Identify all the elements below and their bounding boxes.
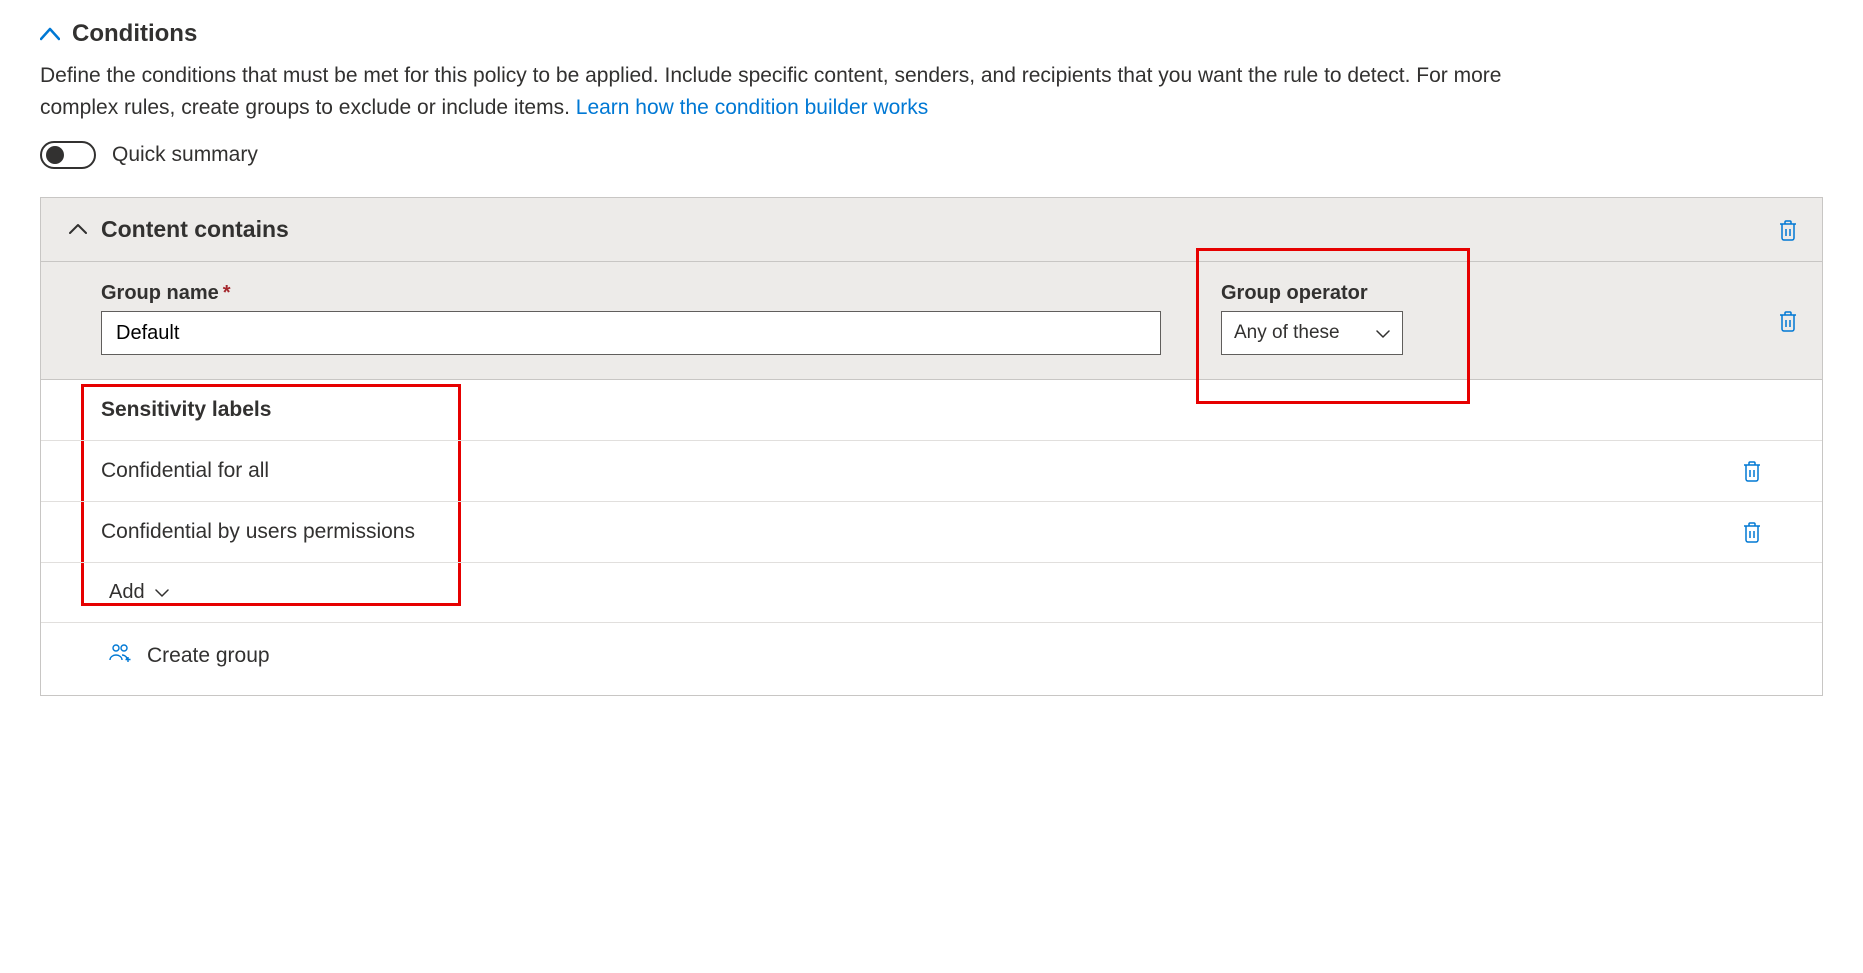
group-operator-field: Group operator Any of these [1221, 282, 1403, 355]
sensitivity-label-row: Confidential by users permissions [41, 502, 1822, 563]
sensitivity-label-row: Confidential for all [41, 441, 1822, 502]
required-star: * [223, 282, 231, 304]
sensitivity-label-text: Confidential for all [101, 459, 269, 483]
content-contains-title: Content contains [101, 216, 289, 243]
group-config-row: Group name* Group operator Any of these [41, 262, 1822, 380]
group-name-label: Group name* [101, 282, 1161, 305]
group-operator-select[interactable]: Any of these [1221, 311, 1403, 355]
conditions-section-header[interactable]: Conditions [40, 20, 1823, 48]
group-add-icon [109, 643, 133, 669]
learn-link[interactable]: Learn how the condition builder works [576, 96, 929, 119]
quick-summary-toggle[interactable] [40, 141, 96, 169]
group-operator-value: Any of these [1234, 322, 1340, 344]
group-name-field: Group name* [101, 282, 1161, 355]
create-group-label: Create group [147, 644, 270, 668]
add-button[interactable]: Add [109, 581, 169, 604]
group-operator-label: Group operator [1221, 282, 1403, 305]
add-button-label: Add [109, 581, 145, 604]
add-row: Add [41, 563, 1822, 623]
quick-summary-label: Quick summary [112, 143, 258, 167]
content-contains-header[interactable]: Content contains [41, 198, 1822, 262]
delete-condition-icon[interactable] [1778, 219, 1798, 241]
group-name-input[interactable] [101, 311, 1161, 355]
chevron-down-icon [155, 581, 169, 604]
condition-container: Content contains Group name* Group opera… [40, 197, 1823, 696]
toggle-knob [46, 146, 64, 164]
chevron-up-icon [69, 218, 87, 241]
delete-label-icon[interactable] [1742, 521, 1762, 543]
chevron-down-icon [1376, 322, 1390, 345]
sensitivity-label-text: Confidential by users permissions [101, 520, 415, 544]
conditions-description: Define the conditions that must be met f… [40, 60, 1540, 123]
chevron-up-icon [40, 27, 60, 41]
delete-label-icon[interactable] [1742, 460, 1762, 482]
conditions-title: Conditions [72, 20, 197, 48]
quick-summary-toggle-row: Quick summary [40, 141, 1823, 169]
delete-group-icon[interactable] [1778, 310, 1798, 332]
create-group-row: Create group [41, 623, 1822, 695]
create-group-button[interactable]: Create group [109, 643, 270, 669]
sensitivity-labels-header: Sensitivity labels [41, 380, 1822, 441]
